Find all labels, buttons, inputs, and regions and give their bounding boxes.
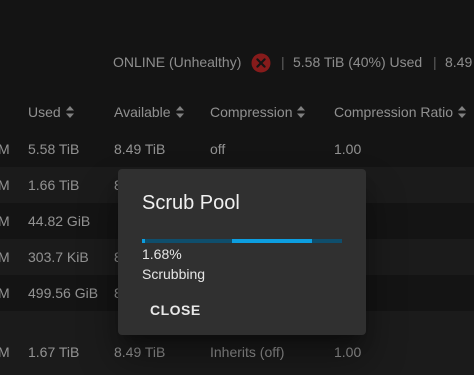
scrub-progress-bar [142, 239, 342, 243]
progress-fill [142, 239, 146, 243]
close-button[interactable]: CLOSE [150, 299, 201, 321]
dialog-title: Scrub Pool [142, 192, 240, 214]
scrub-pool-dialog: Scrub Pool 1.68% Scrubbing CLOSE [118, 169, 366, 335]
progress-percent: 1.68% [142, 246, 182, 262]
progress-status: Scrubbing [142, 266, 206, 282]
progress-indicator [232, 239, 312, 243]
